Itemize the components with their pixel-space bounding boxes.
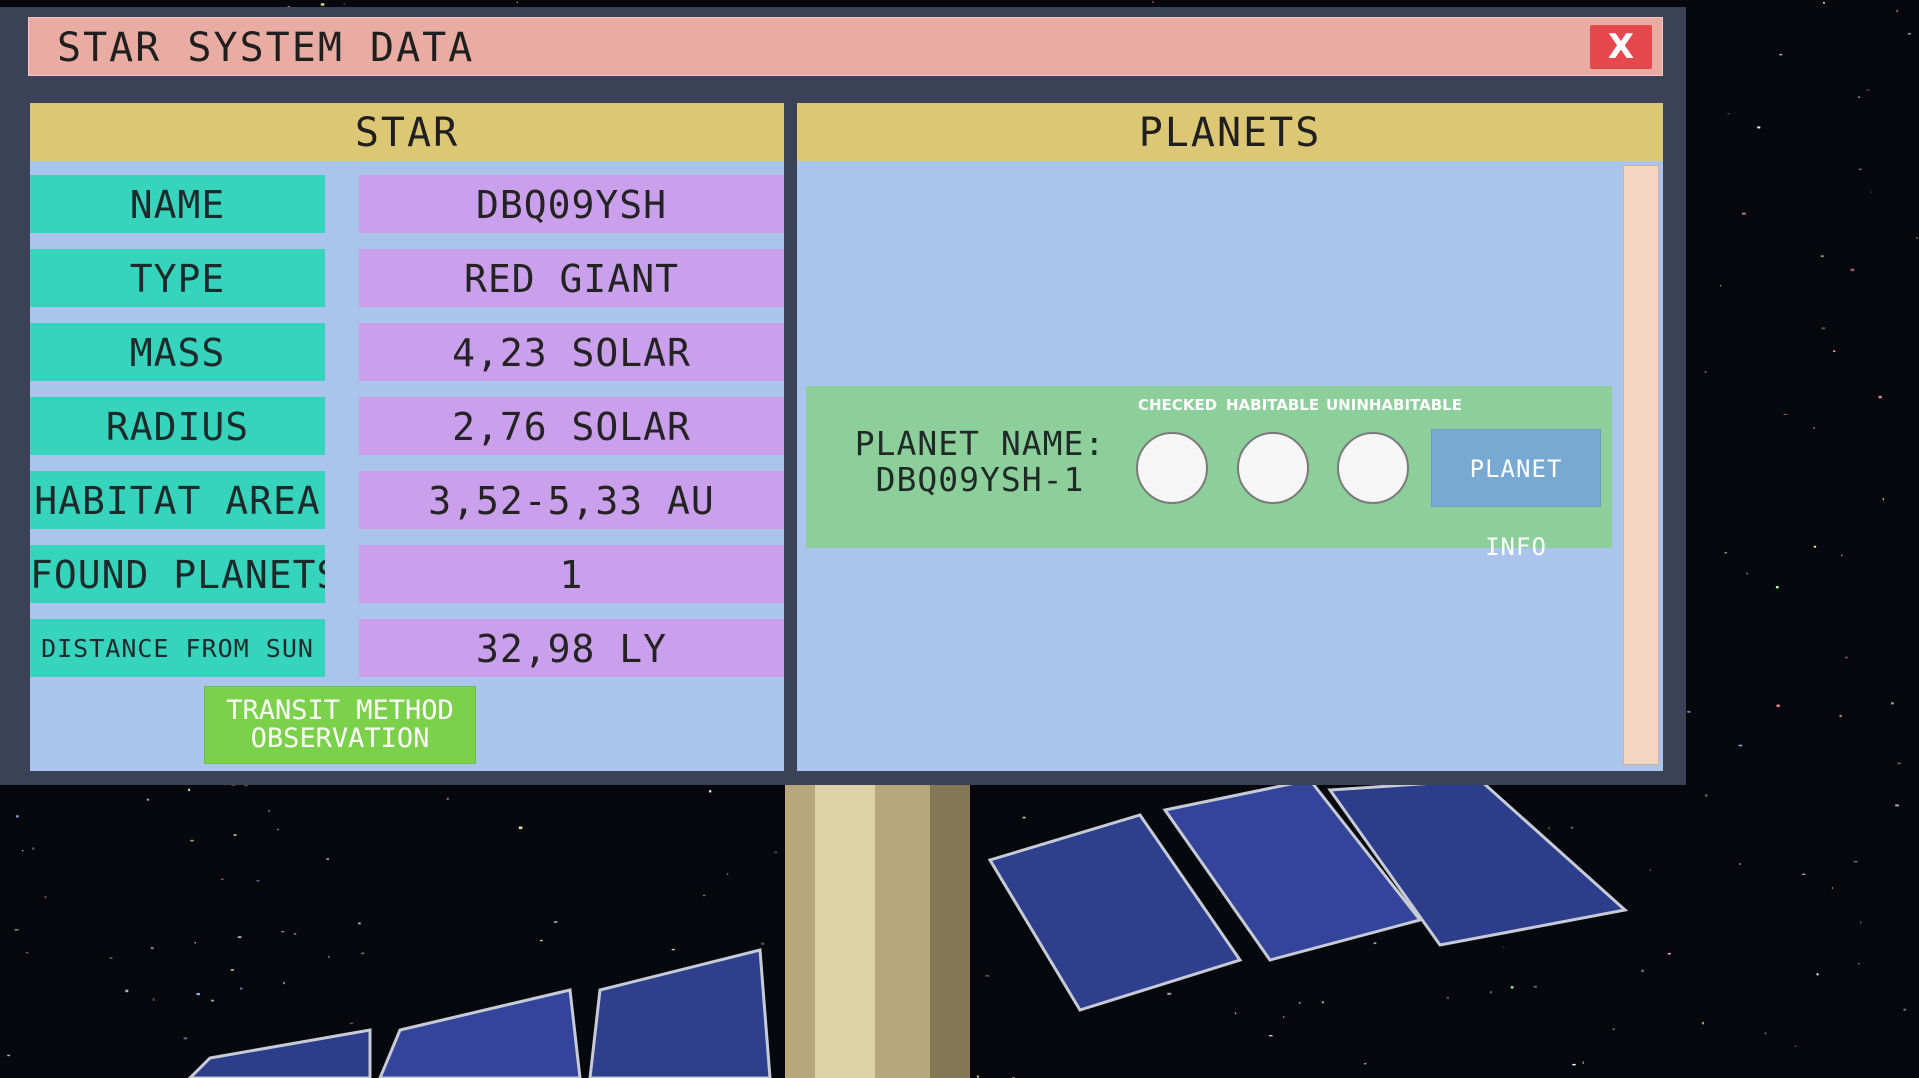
- habitat-area-label: HABITAT AREA: [30, 471, 325, 529]
- planets-header: PLANETS: [797, 103, 1663, 161]
- transit-button-line1: TRANSIT METHOD: [205, 697, 475, 725]
- uninhabitable-column-label: UNINHABITABLE: [1326, 396, 1462, 414]
- transit-method-button[interactable]: TRANSIT METHOD OBSERVATION: [204, 686, 476, 764]
- window-title: STAR SYSTEM DATA: [57, 26, 474, 70]
- planet-name-label: PLANET NAME:: [820, 426, 1140, 462]
- distance-value: 32,98 LY: [359, 619, 784, 677]
- uninhabitable-toggle[interactable]: [1337, 432, 1409, 504]
- close-button[interactable]: X: [1590, 25, 1652, 69]
- name-label: NAME: [30, 175, 325, 233]
- checked-toggle[interactable]: [1136, 432, 1208, 504]
- planet-info-button[interactable]: PLANET INFO: [1431, 429, 1601, 507]
- planet-name-block: PLANET NAME: DBQ09YSH-1: [820, 426, 1140, 498]
- radius-value: 2,76 SOLAR: [359, 397, 784, 455]
- star-header: STAR: [30, 103, 784, 161]
- type-value: RED GIANT: [359, 249, 784, 307]
- star-panel: STAR NAME DBQ09YSH TYPE RED GIANT MASS 4…: [30, 103, 784, 771]
- type-label: TYPE: [30, 249, 325, 307]
- planets-panel: PLANETS PLANET NAME: DBQ09YSH-1 CHECKED …: [797, 103, 1663, 771]
- habitable-toggle[interactable]: [1237, 432, 1309, 504]
- planet-list-item: PLANET NAME: DBQ09YSH-1 CHECKED HABITABL…: [806, 386, 1612, 548]
- habitat-area-value: 3,52-5,33 AU: [359, 471, 784, 529]
- transit-button-line2: OBSERVATION: [205, 725, 475, 753]
- mass-value: 4,23 SOLAR: [359, 323, 784, 381]
- title-bar: STAR SYSTEM DATA X: [28, 17, 1663, 76]
- star-system-window: STAR SYSTEM DATA X STAR NAME DBQ09YSH TY…: [0, 7, 1686, 785]
- found-planets-label: FOUND PLANETS: [30, 545, 325, 603]
- planet-name-value: DBQ09YSH-1: [820, 462, 1140, 498]
- found-planets-value: 1: [359, 545, 784, 603]
- radius-label: RADIUS: [30, 397, 325, 455]
- name-value: DBQ09YSH: [359, 175, 784, 233]
- mass-label: MASS: [30, 323, 325, 381]
- habitable-column-label: HABITABLE: [1226, 396, 1319, 414]
- distance-label: DISTANCE FROM SUN: [30, 619, 325, 677]
- checked-column-label: CHECKED: [1138, 396, 1217, 414]
- planets-scrollbar[interactable]: [1623, 165, 1659, 765]
